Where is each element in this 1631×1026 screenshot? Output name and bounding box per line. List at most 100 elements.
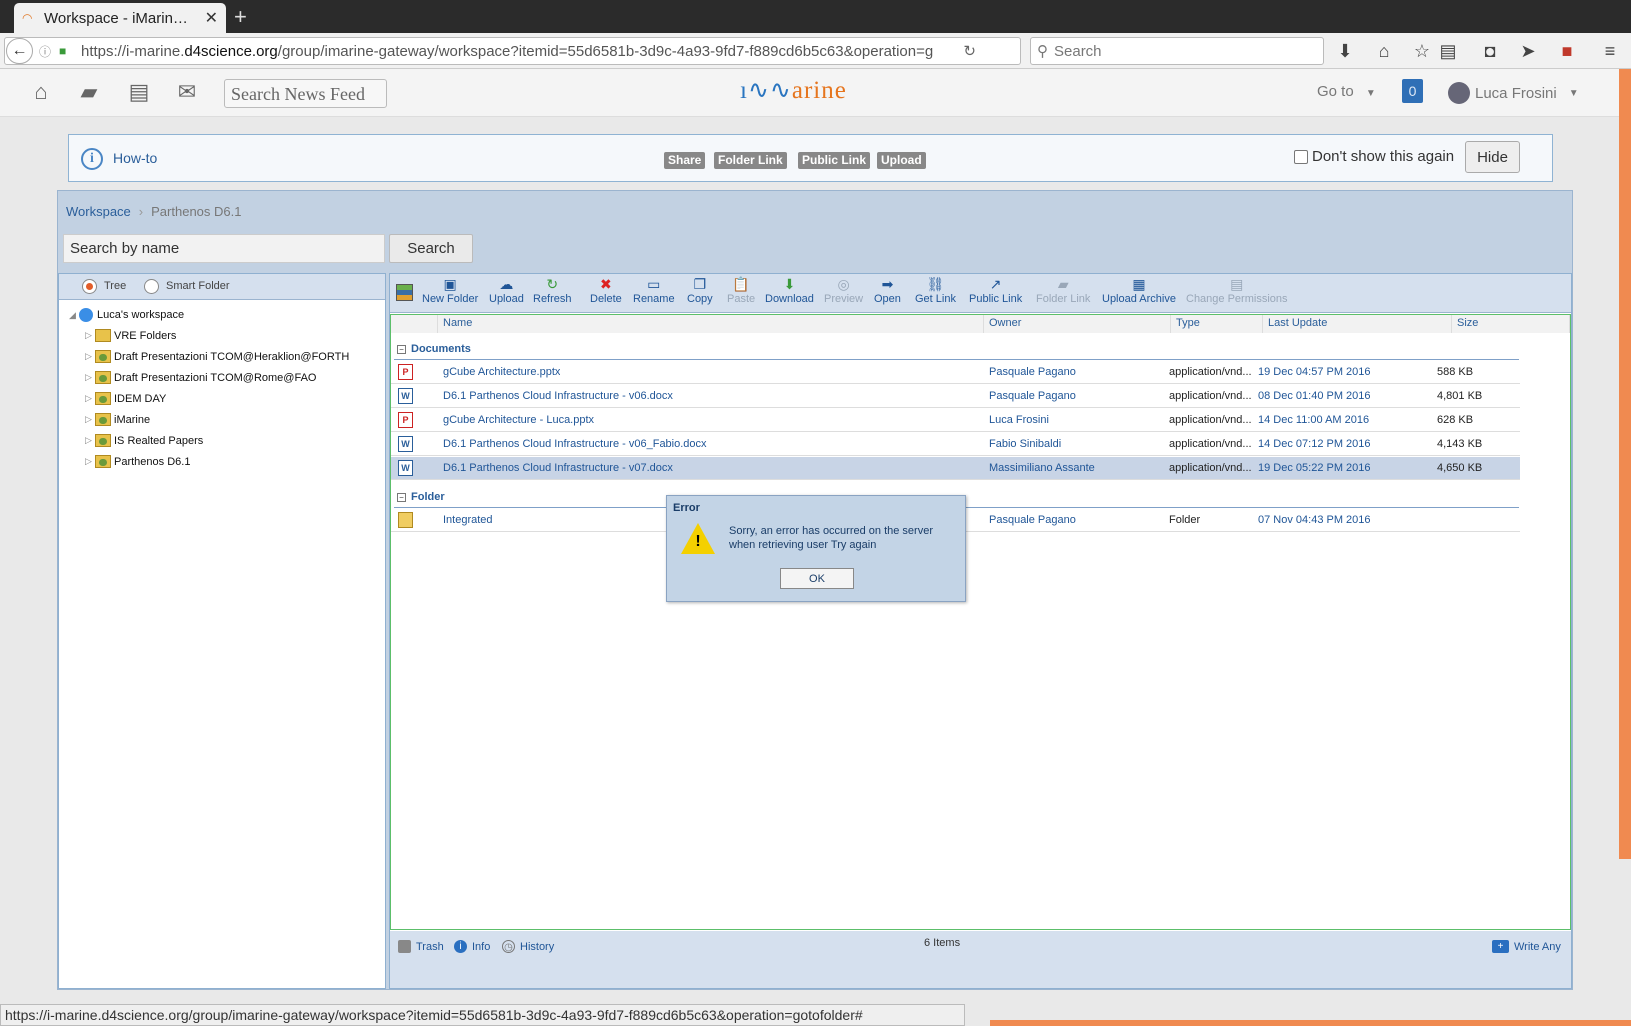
expand-icon[interactable]: ▷ [85, 456, 95, 467]
breadcrumb-workspace[interactable]: Workspace [66, 204, 131, 219]
expand-icon[interactable]: ▷ [85, 372, 95, 383]
imarine-logo[interactable]: ı∿∿arine [740, 75, 847, 105]
send-icon[interactable]: ➤ [1516, 39, 1540, 63]
file-name[interactable]: D6.1 Parthenos Cloud Infrastructure - v0… [443, 462, 673, 474]
copy-button[interactable]: ❐ Copy [687, 276, 713, 305]
change-permissions-button[interactable]: ▤ Change Permissions [1186, 276, 1288, 305]
home-icon[interactable]: ⌂ [1372, 39, 1396, 63]
col-header-last-update[interactable]: Last Update [1263, 315, 1452, 333]
upload-archive-button[interactable]: ▦ Upload Archive [1102, 276, 1176, 305]
url-bar[interactable]: ⓘ ■ https://i-marine. d4science.org/group… [4, 37, 1021, 65]
shared-folder-icon [95, 392, 111, 405]
expand-icon[interactable]: ▷ [85, 330, 95, 341]
expand-icon[interactable]: ▷ [85, 414, 95, 425]
file-size: 588 KB [1437, 366, 1474, 378]
tree-item-draft-heraklion[interactable]: ▷ Draft Presentazioni TCOM@Heraklion@FORT… [85, 350, 349, 363]
tree-item-vre-folders[interactable]: ▷ VRE Folders [85, 329, 176, 342]
reading-list-icon[interactable]: ▤ [1436, 39, 1460, 63]
info-icon[interactable]: ⓘ [39, 43, 51, 60]
file-name[interactable]: gCube Architecture - Luca.pptx [443, 414, 594, 426]
mail-icon[interactable]: ✉ [174, 79, 200, 105]
upload-button[interactable]: ☁ Upload [489, 276, 524, 305]
goto-menu[interactable]: Go to ▼ [1317, 83, 1376, 100]
pocket-icon[interactable]: ◘ [1478, 39, 1502, 63]
history-link[interactable]: ◷ History [502, 940, 554, 953]
rename-button[interactable]: ▭ Rename [633, 276, 675, 305]
col-header-type[interactable]: Type [1171, 315, 1263, 333]
search-button[interactable]: Search [389, 234, 473, 263]
web-search-input[interactable]: ⚲ Search [1030, 37, 1324, 65]
file-name[interactable]: D6.1 Parthenos Cloud Infrastructure - v0… [443, 438, 707, 450]
paste-label: Paste [727, 293, 756, 305]
tree-item-draft-rome[interactable]: ▷ Draft Presentazioni TCOM@Rome@FAO [85, 371, 316, 384]
tree-radio[interactable] [82, 279, 97, 294]
portal-header: ⌂ ▰ ▤ ✉ Search News Feed ı∿∿arine Go to … [0, 69, 1631, 117]
addon-icon[interactable]: ■ [1555, 39, 1579, 63]
ok-button[interactable]: OK [780, 568, 854, 589]
checkbox[interactable] [1294, 149, 1308, 164]
tree-root[interactable]: ◢ Luca's workspace [69, 308, 184, 322]
expand-icon[interactable]: ▷ [85, 393, 95, 404]
tree-item-imarine[interactable]: ▷ iMarine [85, 413, 150, 426]
open-button[interactable]: ➡ Open [874, 276, 901, 305]
preview-button[interactable]: ◎ Preview [824, 276, 863, 305]
user-menu[interactable]: Luca Frosini ▼ [1448, 82, 1579, 104]
trash-link[interactable]: Trash [398, 940, 444, 953]
get-link-button[interactable]: ⛓ Get Link [915, 276, 956, 305]
download-button[interactable]: ⬇ Download [765, 276, 814, 305]
search-by-name-input[interactable]: Search by name [63, 234, 385, 263]
folder-icon[interactable]: ▰ [76, 79, 102, 105]
tree-item-idem-day[interactable]: ▷ IDEM DAY [85, 392, 166, 405]
table-row[interactable]: W D6.1 Parthenos Cloud Infrastructure - … [391, 433, 1520, 456]
notification-badge[interactable]: 0 [1402, 79, 1423, 103]
paste-button[interactable]: 📋 Paste [727, 276, 755, 305]
table-row-selected[interactable]: W D6.1 Parthenos Cloud Infrastructure - … [391, 457, 1520, 480]
delete-button[interactable]: ✖ Delete [590, 276, 622, 305]
table-row[interactable]: P gCube Architecture - Luca.pptx Luca Fr… [391, 409, 1520, 432]
folder-link-button[interactable]: ▰ Folder Link [1036, 276, 1090, 305]
info-link[interactable]: i Info [454, 940, 490, 953]
group-documents[interactable]: − Documents [394, 343, 471, 355]
file-updated: 14 Dec 11:00 AM 2016 [1258, 414, 1370, 426]
notes-icon[interactable]: ▤ [126, 79, 152, 105]
back-button[interactable]: ← [6, 38, 33, 64]
new-tab-button[interactable]: + [234, 4, 247, 30]
col-header-name[interactable]: Name [438, 315, 984, 333]
tree-item-parthenos[interactable]: ▷ Parthenos D6.1 [85, 455, 190, 468]
search-news-feed-input[interactable]: Search News Feed [224, 79, 387, 108]
public-link-button[interactable]: ↗ Public Link [969, 276, 1022, 305]
docx-file-icon: W [398, 436, 413, 452]
smart-folder-radio[interactable] [144, 279, 159, 294]
home-icon[interactable]: ⌂ [28, 79, 54, 105]
write-any-link[interactable]: + Write Any [1492, 940, 1561, 953]
table-row[interactable]: W D6.1 Parthenos Cloud Infrastructure - … [391, 385, 1520, 408]
expand-icon[interactable]: ▷ [85, 435, 95, 446]
menu-icon[interactable]: ≡ [1598, 39, 1622, 63]
dont-show-checkbox[interactable]: Don't show this again [1294, 148, 1454, 165]
collapse-icon[interactable]: − [397, 492, 406, 502]
hide-button[interactable]: Hide [1465, 141, 1520, 173]
close-tab-icon[interactable]: ✕ [205, 8, 218, 28]
new-folder-button[interactable]: ▣ New Folder [422, 276, 478, 305]
expand-icon[interactable]: ▷ [85, 351, 95, 362]
user-name: Luca Frosini [1475, 84, 1557, 102]
browser-tab[interactable]: ◠ Workspace - iMarin… ✕ [14, 3, 226, 33]
group-folder[interactable]: − Folder [394, 491, 445, 503]
download-icon: ⬇ [783, 276, 796, 292]
refresh-button[interactable]: ↻ Refresh [533, 276, 572, 305]
reload-icon[interactable]: ↻ [963, 42, 976, 60]
file-name[interactable]: gCube Architecture.pptx [443, 366, 560, 378]
table-row[interactable]: P gCube Architecture.pptx Pasquale Pagan… [391, 361, 1520, 384]
download-icon[interactable]: ⬇ [1333, 39, 1357, 63]
collapse-icon[interactable]: − [397, 344, 406, 354]
expand-icon[interactable]: ◢ [69, 310, 79, 321]
grid-view-icon[interactable] [396, 284, 413, 301]
file-name[interactable]: D6.1 Parthenos Cloud Infrastructure - v0… [443, 390, 673, 402]
folder-name[interactable]: Integrated [443, 514, 493, 526]
howto-link[interactable]: How-to [113, 150, 157, 166]
col-header-size[interactable]: Size [1452, 315, 1570, 333]
bookmark-star-icon[interactable]: ☆ [1410, 39, 1434, 63]
col-header-owner[interactable]: Owner [984, 315, 1171, 333]
tree-item-is-papers[interactable]: ▷ IS Realted Papers [85, 434, 203, 447]
favicon-icon: ◠ [22, 11, 33, 25]
